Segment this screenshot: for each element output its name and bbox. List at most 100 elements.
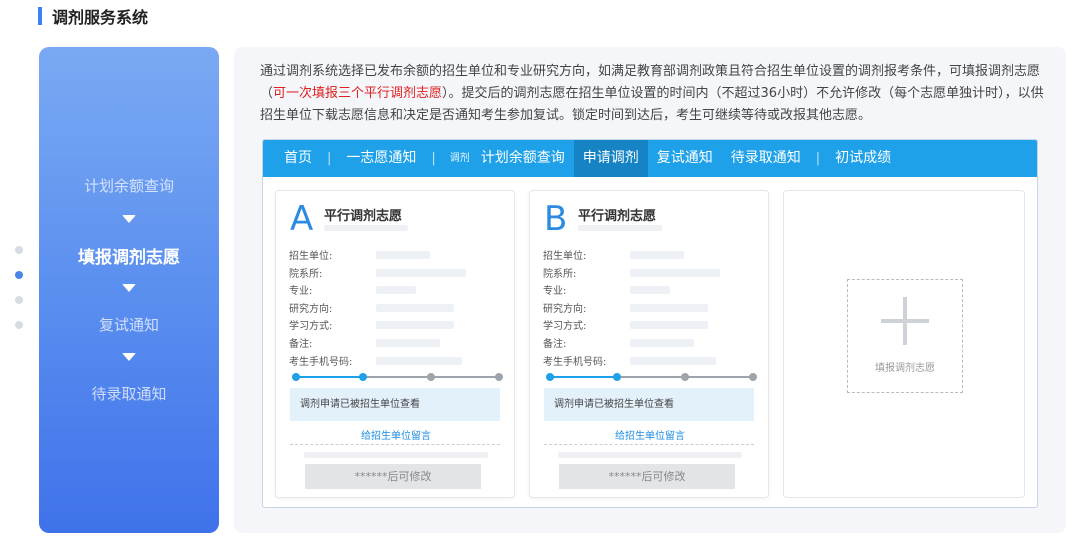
placeholder-bar xyxy=(376,303,454,312)
modify-button[interactable]: ******后可修改 xyxy=(305,464,481,489)
placeholder-bar xyxy=(376,338,440,347)
field-row: 备注: xyxy=(543,335,763,353)
progress-step-dot xyxy=(292,373,300,381)
nav-scores[interactable]: 初试成绩 xyxy=(826,140,900,177)
placeholder-bar xyxy=(376,356,462,365)
field-row: 研究方向: xyxy=(543,300,763,318)
add-choice-card: 填报调剂志愿 xyxy=(783,190,1025,498)
field-label: 院系所: xyxy=(543,268,577,280)
nav-retest[interactable]: 复试通知 xyxy=(648,140,722,177)
placeholder-bar xyxy=(630,321,708,330)
nav-separator: | xyxy=(327,151,332,166)
nav-tag-small: 调剂 xyxy=(449,153,470,164)
step-fill-choice[interactable]: 填报调剂志愿 xyxy=(39,243,219,268)
slide-dots xyxy=(15,246,23,346)
progress-track xyxy=(548,376,753,378)
field-label: 招生单位: xyxy=(289,251,333,262)
field-label: 考生手机号码: xyxy=(289,356,353,368)
field-label: 备注: xyxy=(543,338,567,350)
slide-dot-4[interactable] xyxy=(15,321,23,329)
field-row: 院系所: xyxy=(289,265,509,283)
message-link[interactable]: 给招生单位留言 xyxy=(276,427,516,442)
field-row: 考生手机号码: xyxy=(289,353,509,371)
card-letter: B xyxy=(544,199,568,239)
progress-step-dot xyxy=(681,373,689,381)
page-title: 调剂服务系统 xyxy=(52,8,149,27)
status-banner: 调剂申请已被招生单位查看 xyxy=(544,388,754,421)
field-row: 研究方向: xyxy=(289,300,509,318)
card-title: 平行调剂志愿 xyxy=(578,209,657,224)
field-label: 招生单位: xyxy=(543,251,587,262)
slide-dot-3[interactable] xyxy=(15,296,23,304)
field-row: 院系所: xyxy=(543,265,763,283)
step-plan-query[interactable]: 计划余额查询 xyxy=(39,175,219,196)
progress-fill xyxy=(294,376,362,378)
nav-apply[interactable]: 申请调剂 xyxy=(573,140,648,177)
field-label: 研究方向: xyxy=(289,303,333,315)
placeholder-bar xyxy=(376,251,430,259)
card-title: 平行调剂志愿 xyxy=(324,209,403,224)
placeholder-bar xyxy=(578,225,662,231)
placeholder-bar xyxy=(630,268,720,277)
placeholder-bar xyxy=(376,321,454,330)
progress-fill xyxy=(548,376,616,378)
dashed-divider xyxy=(544,444,754,445)
field-label: 研究方向: xyxy=(543,303,587,315)
field-row: 学习方式: xyxy=(543,317,763,335)
slide-dot-1[interactable] xyxy=(15,246,23,254)
placeholder-bar xyxy=(630,338,694,347)
top-nav: 首页 | 一志愿通知 | 调剂 计划余额查询 申请调剂 复试通知 待录取通知 |… xyxy=(263,140,1037,177)
placeholder-bar xyxy=(376,286,416,295)
add-choice-label: 填报调剂志愿 xyxy=(875,363,935,374)
description-highlight: 可一次填报三个平行调剂志愿 xyxy=(273,86,443,101)
nav-admission[interactable]: 待录取通知 xyxy=(722,140,810,177)
placeholder-bar xyxy=(304,452,488,458)
field-label: 考生手机号码: xyxy=(543,356,607,368)
choice-card-a: A 平行调剂志愿 招生单位: 院系所: 专业: 研究方向: 学习方式: 备注: … xyxy=(275,190,515,498)
step-retest-notice[interactable]: 复试通知 xyxy=(39,314,219,335)
field-row: 考生手机号码: xyxy=(543,353,763,371)
field-row: 学习方式: xyxy=(289,317,509,335)
progress-step-dot xyxy=(546,373,554,381)
step-caret-3-icon xyxy=(122,353,136,361)
choice-card-b: B 平行调剂志愿 招生单位: 院系所: 专业: 研究方向: 学习方式: 备注: … xyxy=(529,190,769,498)
field-label: 院系所: xyxy=(289,268,323,280)
placeholder-bar xyxy=(630,286,670,295)
title-accent-bar xyxy=(38,7,42,25)
field-label: 备注: xyxy=(289,338,313,350)
nav-home[interactable]: 首页 xyxy=(275,140,321,177)
progress-step-dot xyxy=(613,373,621,381)
step-admission-notice[interactable]: 待录取通知 xyxy=(39,383,219,404)
steps-panel: 计划余额查询 填报调剂志愿 复试通知 待录取通知 xyxy=(39,47,219,533)
placeholder-bar xyxy=(630,251,684,259)
field-row: 招生单位: xyxy=(543,247,763,265)
placeholder-bar xyxy=(376,268,466,277)
plus-icon xyxy=(903,297,907,345)
field-label: 学习方式: xyxy=(543,321,587,333)
message-link[interactable]: 给招生单位留言 xyxy=(530,427,770,442)
progress-step-dot xyxy=(749,373,757,381)
field-row: 招生单位: xyxy=(289,247,509,265)
placeholder-bar xyxy=(630,356,716,365)
slide-dot-2[interactable] xyxy=(15,271,23,279)
card-letter: A xyxy=(290,199,314,239)
add-choice-button[interactable]: 填报调剂志愿 xyxy=(847,279,963,393)
field-row: 专业: xyxy=(543,282,763,300)
card-fields: 招生单位: 院系所: 专业: 研究方向: 学习方式: 备注: 考生手机号码: xyxy=(289,247,509,370)
content-panel: 通过调剂系统选择已发布余额的招生单位和专业研究方向，如满足教育部调剂政策且符合招… xyxy=(234,47,1066,533)
progress-track xyxy=(294,376,499,378)
nav-separator: | xyxy=(431,151,436,166)
nav-first-choice[interactable]: 一志愿通知 xyxy=(337,140,425,177)
nav-plan-query[interactable]: 计划余额查询 xyxy=(472,140,574,177)
step-caret-1-icon xyxy=(122,215,136,223)
nav-separator: | xyxy=(815,151,821,166)
field-row: 专业: xyxy=(289,282,509,300)
field-label: 专业: xyxy=(289,286,313,298)
app-mockup: 首页 | 一志愿通知 | 调剂 计划余额查询 申请调剂 复试通知 待录取通知 |… xyxy=(262,139,1038,508)
card-fields: 招生单位: 院系所: 专业: 研究方向: 学习方式: 备注: 考生手机号码: xyxy=(543,247,763,370)
progress-step-dot xyxy=(359,373,367,381)
placeholder-bar xyxy=(324,225,408,231)
step-caret-2-icon xyxy=(122,284,136,292)
modify-button[interactable]: ******后可修改 xyxy=(559,464,735,489)
field-label: 学习方式: xyxy=(289,321,333,333)
